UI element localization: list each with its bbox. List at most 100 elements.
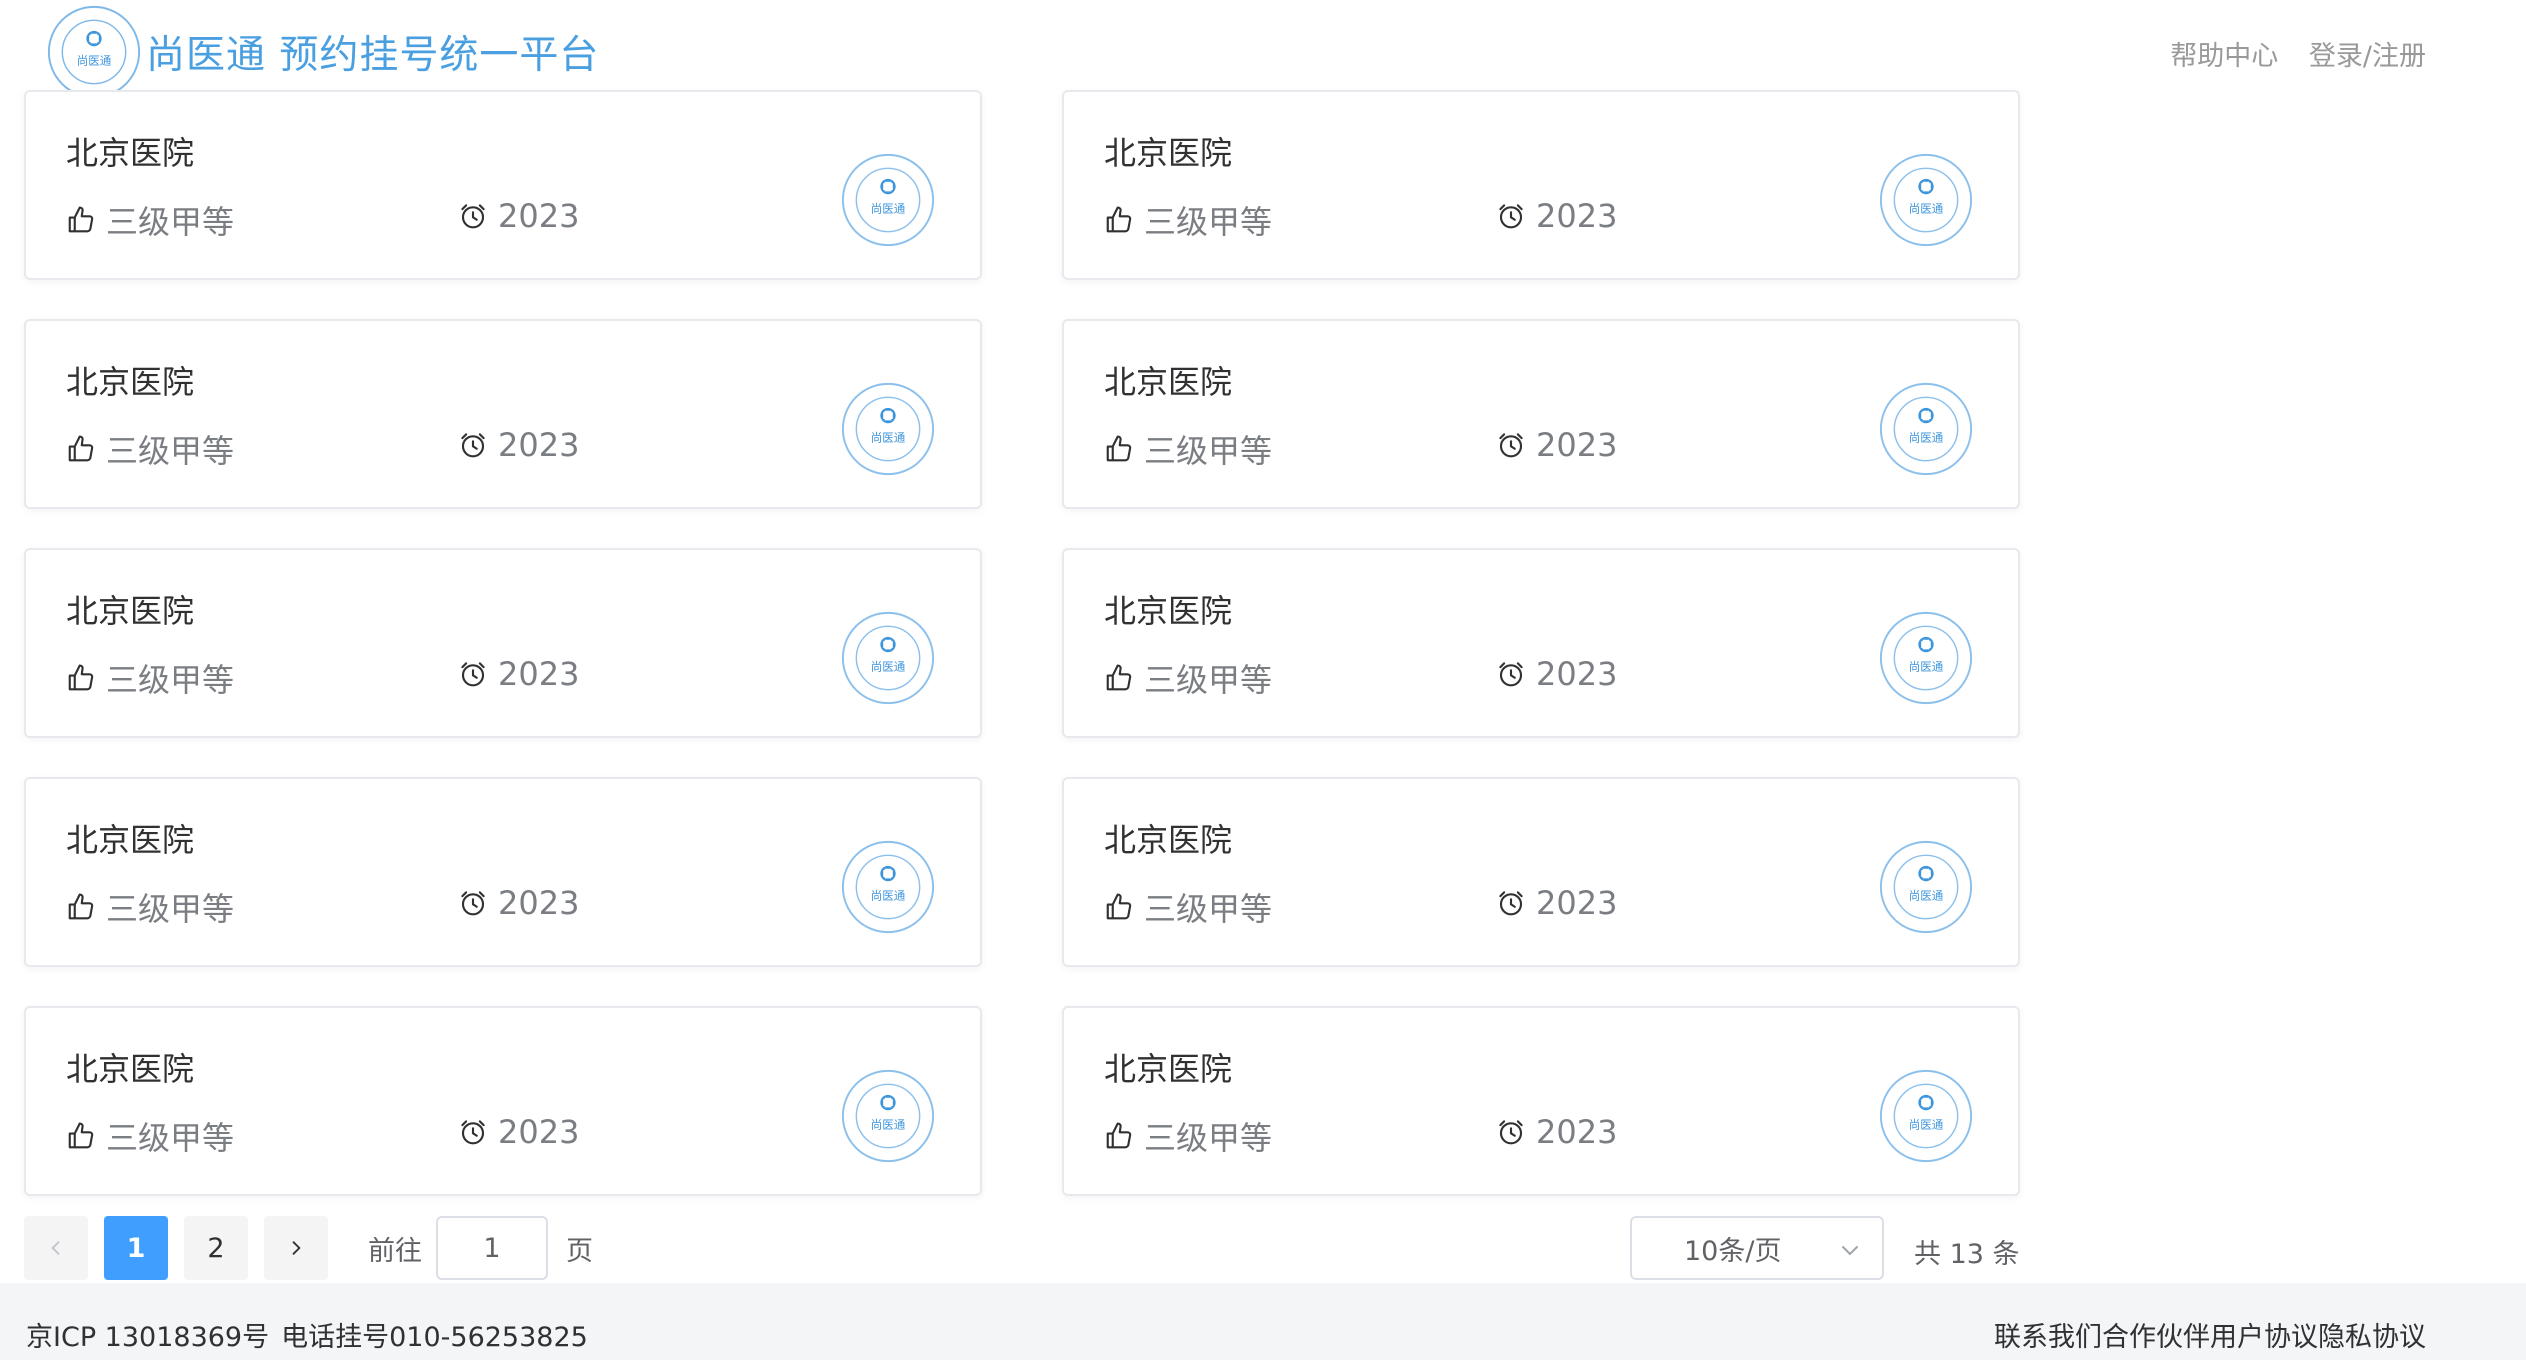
brand-title[interactable]: 尚医通 预约挂号统一平台 <box>146 24 599 80</box>
hospital-level-text: 三级甲等 <box>1144 203 1273 241</box>
hospital-level-text: 三级甲等 <box>1144 661 1273 699</box>
svg-text:尚医通: 尚医通 <box>1909 201 1944 215</box>
hospital-level: 三级甲等 <box>66 197 234 243</box>
page-2-button[interactable]: 2 <box>184 1216 248 1280</box>
svg-text:尚医通: 尚医通 <box>871 888 906 902</box>
svg-text:尚医通: 尚医通 <box>77 53 112 67</box>
hospital-time-text: 2023 <box>498 426 580 464</box>
alarm-clock-icon <box>1499 891 1523 916</box>
hospital-time-text: 2023 <box>498 197 580 235</box>
svg-text:尚医通: 尚医通 <box>871 430 906 444</box>
page-size-select[interactable]: 10条/页 <box>1630 1216 1884 1280</box>
alarm-clock-icon <box>1499 204 1523 229</box>
hospital-time: 2023 <box>1496 655 1617 693</box>
hospital-name: 北京医院 <box>66 363 195 401</box>
hospital-level: 三级甲等 <box>1104 426 1272 472</box>
hospital-card-1[interactable]: 北京医院 三级甲等 2023 尚医通 <box>24 90 982 280</box>
hospital-logo-icon: 尚医通 <box>1879 840 1973 934</box>
chevron-down-icon <box>1842 1246 1858 1256</box>
goto-label: 前往 <box>368 1235 422 1267</box>
next-page-button[interactable] <box>264 1216 328 1280</box>
footer-info: 京ICP 13018369号 电话挂号010-56253825 <box>26 1315 600 1354</box>
hospital-level: 三级甲等 <box>66 1113 234 1159</box>
total-count: 共 13 条 <box>1914 1239 2020 1270</box>
svg-text:尚医通: 尚医通 <box>1909 659 1944 673</box>
thumbs-up-icon <box>68 893 94 920</box>
hospital-level-text: 三级甲等 <box>1144 1119 1273 1157</box>
hospital-time: 2023 <box>1496 197 1617 235</box>
thumbs-up-icon <box>1106 206 1132 233</box>
hospital-card-4[interactable]: 北京医院 三级甲等 2023 尚医通 <box>1062 319 2020 509</box>
phone-number: 电话挂号010-56253825 <box>281 1322 588 1353</box>
hospital-time: 2023 <box>1496 426 1617 464</box>
hospital-level: 三级甲等 <box>1104 1113 1272 1159</box>
footer-link-privacy[interactable]: 隐私协议 <box>2318 1322 2426 1353</box>
footer-link-partners[interactable]: 合作伙伴 <box>2102 1322 2210 1353</box>
hospital-level-text: 三级甲等 <box>106 661 235 699</box>
hospital-card-2[interactable]: 北京医院 三级甲等 2023 尚医通 <box>1062 90 2020 280</box>
goto-page-input[interactable] <box>436 1216 548 1280</box>
hospital-name: 北京医院 <box>1104 1050 1233 1088</box>
hospital-name: 北京医院 <box>66 821 195 859</box>
svg-text:尚医通: 尚医通 <box>871 1117 906 1131</box>
prev-page-button[interactable] <box>24 1216 88 1280</box>
page-size-value: 10条/页 <box>1684 1235 1782 1267</box>
chevron-right-icon <box>292 1241 301 1255</box>
alarm-clock-icon <box>1499 1120 1523 1145</box>
alarm-clock-icon <box>461 433 485 458</box>
hospital-card-9[interactable]: 北京医院 三级甲等 2023 尚医通 <box>24 1006 982 1196</box>
thumbs-up-icon <box>1106 893 1132 920</box>
footer: 京ICP 13018369号 电话挂号010-56253825 联系我们合作伙伴用… <box>0 1283 2526 1360</box>
svg-text:尚医通: 尚医通 <box>1909 430 1944 444</box>
footer-link-contact[interactable]: 联系我们 <box>1994 1322 2102 1353</box>
hospital-level: 三级甲等 <box>1104 884 1272 930</box>
hospital-name: 北京医院 <box>1104 821 1233 859</box>
hospital-card-5[interactable]: 北京医院 三级甲等 2023 尚医通 <box>24 548 982 738</box>
thumbs-up-icon <box>68 435 94 462</box>
hospital-level-text: 三级甲等 <box>106 1119 235 1157</box>
thumbs-up-icon <box>68 206 94 233</box>
hospital-level-text: 三级甲等 <box>1144 890 1273 928</box>
alarm-clock-icon <box>461 204 485 229</box>
login-register-link[interactable]: 登录/注册 <box>2309 34 2426 73</box>
hospital-logo-icon: 尚医通 <box>1879 611 1973 705</box>
hospital-level-text: 三级甲等 <box>106 203 235 241</box>
site-logo-icon[interactable]: 尚医通 <box>46 4 142 100</box>
hospital-logo-icon: 尚医通 <box>841 611 935 705</box>
thumbs-up-icon <box>1106 435 1132 462</box>
hospital-level-text: 三级甲等 <box>106 890 235 928</box>
hospital-logo-icon: 尚医通 <box>1879 1069 1973 1163</box>
alarm-clock-icon <box>1499 433 1523 458</box>
hospital-time-text: 2023 <box>498 655 580 693</box>
hospital-card-10[interactable]: 北京医院 三级甲等 2023 尚医通 <box>1062 1006 2020 1196</box>
thumbs-up-icon <box>68 664 94 691</box>
hospital-time-text: 2023 <box>1536 426 1618 464</box>
footer-links: 联系我们合作伙伴用户协议隐私协议 <box>1994 1315 2426 1354</box>
hospital-time: 2023 <box>458 1113 579 1151</box>
alarm-clock-icon <box>1499 662 1523 687</box>
hospital-card-8[interactable]: 北京医院 三级甲等 2023 尚医通 <box>1062 777 2020 967</box>
hospital-logo-icon: 尚医通 <box>1879 153 1973 247</box>
hospital-level: 三级甲等 <box>1104 655 1272 701</box>
hospital-level: 三级甲等 <box>66 426 234 472</box>
hospital-card-6[interactable]: 北京医院 三级甲等 2023 尚医通 <box>1062 548 2020 738</box>
hospital-card-7[interactable]: 北京医院 三级甲等 2023 尚医通 <box>24 777 982 967</box>
hospital-level: 三级甲等 <box>66 884 234 930</box>
hospital-time-text: 2023 <box>1536 197 1618 235</box>
help-center-link[interactable]: 帮助中心 <box>2170 34 2278 73</box>
svg-text:尚医通: 尚医通 <box>1909 1117 1944 1131</box>
page-1-button[interactable]: 1 <box>104 1216 168 1280</box>
hospital-level: 三级甲等 <box>1104 197 1272 243</box>
icp-number: 京ICP 13018369号 <box>26 1322 270 1353</box>
hospital-logo-icon: 尚医通 <box>841 840 935 934</box>
thumbs-up-icon <box>68 1122 94 1149</box>
svg-text:尚医通: 尚医通 <box>871 201 906 215</box>
hospital-name: 北京医院 <box>66 1050 195 1088</box>
hospital-card-3[interactable]: 北京医院 三级甲等 2023 尚医通 <box>24 319 982 509</box>
goto-suffix: 页 <box>566 1235 593 1267</box>
hospital-name: 北京医院 <box>1104 592 1233 630</box>
hospital-name: 北京医院 <box>1104 363 1233 401</box>
svg-text:尚医通: 尚医通 <box>871 659 906 673</box>
hospital-time: 2023 <box>1496 1113 1617 1151</box>
footer-link-user-agreement[interactable]: 用户协议 <box>2210 1322 2318 1353</box>
